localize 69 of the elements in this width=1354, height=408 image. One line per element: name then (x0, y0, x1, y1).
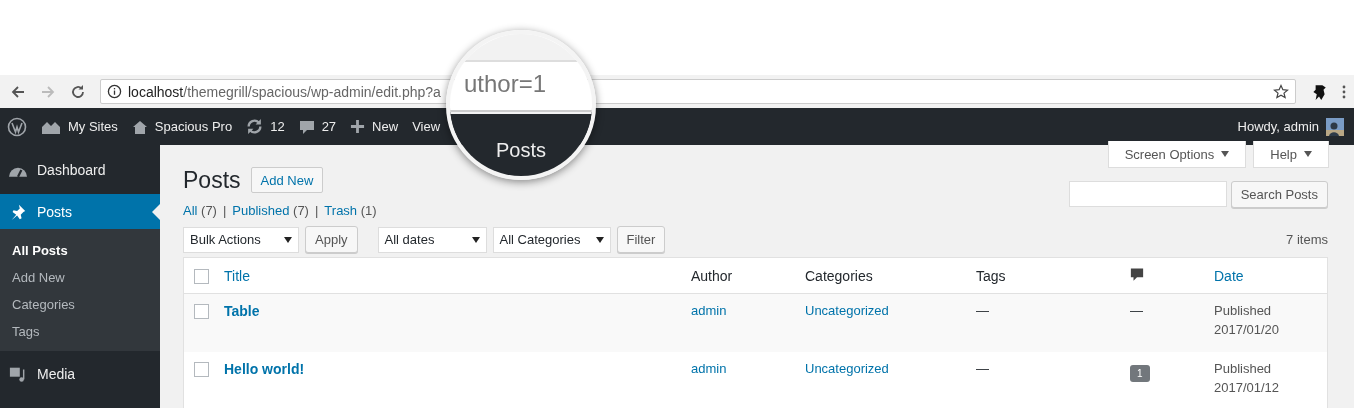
post-status: Published (1214, 303, 1273, 318)
post-title-link[interactable]: Table (224, 303, 260, 319)
account-menu[interactable]: Howdy, admin (1237, 117, 1344, 136)
avatar-icon (1326, 117, 1344, 136)
reload-icon[interactable] (70, 83, 86, 100)
table-cell: — (976, 303, 989, 318)
speech-bubble-icon (298, 118, 315, 135)
page-title: Posts (183, 166, 241, 194)
caret-icon (1304, 151, 1312, 157)
category-link[interactable]: Uncategorized (805, 361, 889, 376)
info-icon (107, 84, 122, 99)
magnified-heading: Posts (496, 139, 546, 162)
magnified-url-text: uthor=1 (450, 60, 592, 112)
categories-dropdown[interactable]: All Categories (492, 226, 611, 253)
row-checkbox[interactable] (194, 304, 209, 319)
search-field[interactable] (1068, 181, 1227, 207)
wordpress-logo-icon[interactable] (7, 116, 27, 137)
admin-bar-item[interactable]: 12 (246, 118, 285, 135)
table-cell: — (976, 361, 989, 376)
view-filter-link[interactable]: Published (7) (232, 203, 309, 218)
row-checkbox[interactable] (194, 362, 209, 377)
separator: | (314, 203, 319, 218)
admin-bar-item[interactable]: New (350, 119, 399, 134)
refresh-icon (246, 118, 264, 135)
search-button[interactable]: Search Posts (1230, 180, 1328, 208)
add-new-button[interactable]: Add New (250, 167, 324, 193)
column-header-link[interactable]: Title (224, 267, 250, 284)
back-icon[interactable] (10, 83, 26, 100)
submenu-item[interactable]: Tags (0, 318, 160, 345)
screen-options-tab[interactable]: Screen Options (1107, 141, 1247, 168)
admin-bar-item[interactable]: 27 (298, 118, 337, 135)
author-link[interactable]: admin (691, 303, 727, 318)
post-date: 2017/01/20 (1214, 322, 1281, 337)
submenu-item[interactable]: Add New (0, 264, 160, 291)
bulk-actions-dropdown[interactable]: Bulk Actions (183, 226, 299, 253)
post-title-link[interactable]: Hello world! (224, 361, 305, 377)
sidebar-item[interactable]: Posts (0, 194, 160, 229)
post-date: 2017/01/12 (1214, 380, 1281, 395)
table-cell: — (1130, 303, 1143, 318)
admin-bar-item[interactable]: View (412, 119, 441, 134)
column-header: Author (691, 267, 733, 284)
sidebar-item[interactable]: Media (0, 356, 160, 391)
caret-icon (1221, 151, 1230, 157)
column-header: Tags (976, 267, 1006, 284)
apply-button[interactable]: Apply (305, 226, 358, 253)
view-filter-link[interactable]: All (7) (183, 203, 217, 218)
dates-dropdown[interactable]: All dates (377, 226, 487, 253)
menu-icon[interactable] (1342, 83, 1346, 100)
comment-count-badge[interactable]: 1 (1130, 365, 1150, 382)
view-filter-link[interactable]: Trash (1) (324, 203, 377, 218)
column-header-link[interactable]: Date (1214, 267, 1244, 284)
item-count: 7 items (1286, 232, 1328, 247)
admin-bar-item[interactable]: Spacious Pro (131, 118, 233, 135)
star-icon[interactable] (1273, 83, 1289, 100)
submenu-item[interactable]: All Posts (0, 237, 160, 264)
sidebar-item[interactable]: Dashboard (0, 152, 160, 187)
column-header: Categories (805, 267, 873, 284)
plus-icon (350, 119, 366, 134)
category-link[interactable]: Uncategorized (805, 303, 889, 318)
submenu-item[interactable]: Categories (0, 291, 160, 318)
filter-button[interactable]: Filter (616, 226, 666, 253)
separator: | (222, 203, 227, 218)
help-tab[interactable]: Help (1253, 141, 1329, 168)
select-all-checkbox[interactable] (194, 268, 209, 284)
house-icon (131, 118, 148, 135)
speech-bubble-icon (1130, 266, 1144, 282)
post-status: Published (1214, 361, 1273, 376)
author-link[interactable]: admin (691, 361, 727, 376)
admin-bar-item[interactable]: My Sites (41, 118, 118, 135)
